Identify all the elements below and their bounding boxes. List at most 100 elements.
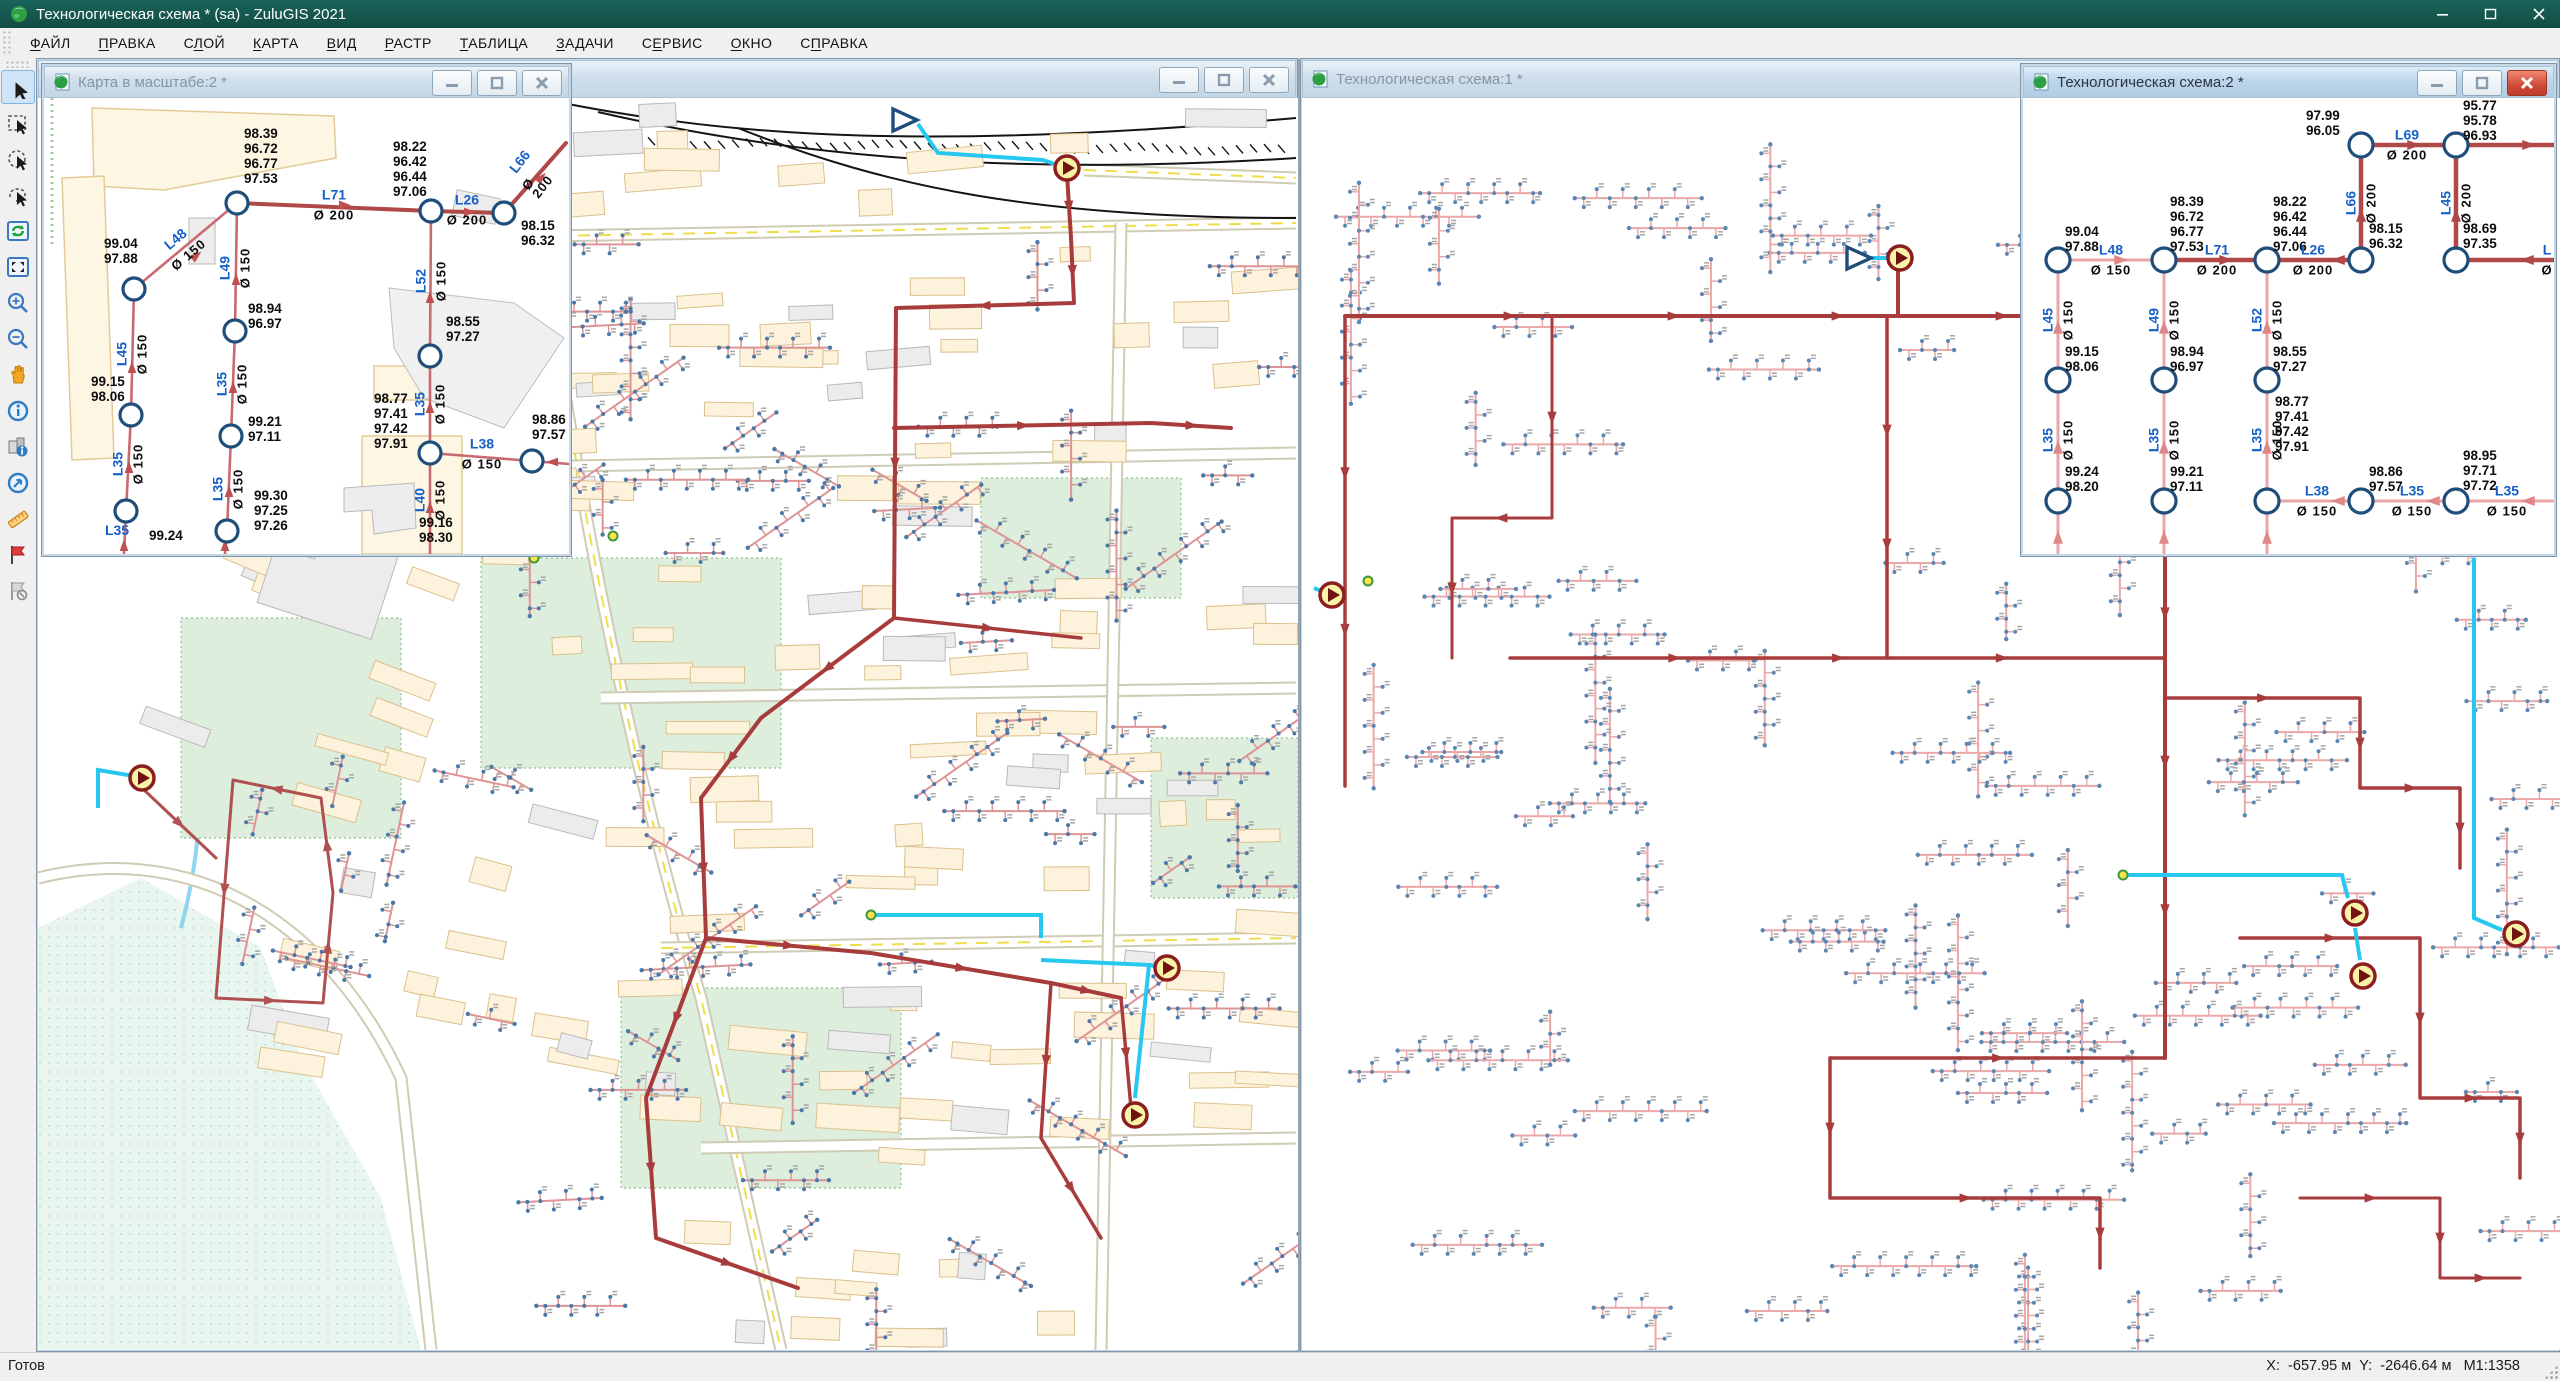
menubar: ФАЙЛПРАВКАСЛОЙКАРТАВИДРАСТРТАБЛИЦАЗАДАЧИ… [0,28,2560,59]
network-node[interactable] [115,500,137,522]
refresh-icon [6,219,30,243]
map1-close-button[interactable] [1249,67,1289,93]
menu-item-3[interactable]: СЛОЙ [170,30,239,56]
network-node[interactable] [2349,489,2373,513]
network-node[interactable] [2349,133,2373,157]
app-minimize-button[interactable] [2432,5,2454,23]
menu-item-9[interactable]: СЕРВИС [628,30,717,56]
schema2-window-icon [2032,73,2050,91]
network-node[interactable] [120,404,142,426]
statusbar: Готов X: -657.95 м Y: -2646.64 м М1:1358 [0,1352,2560,1381]
network-node[interactable] [2444,489,2468,513]
network-node[interactable] [2444,133,2468,157]
pump-icon[interactable] [1320,583,1344,607]
menu-item-1[interactable]: ФАЙЛ [16,30,85,56]
network-node[interactable] [2255,248,2279,272]
menu-item-5[interactable]: ВИД [313,30,371,56]
zoom-in-tool[interactable] [1,286,35,320]
pump-icon[interactable] [130,766,154,790]
network-node[interactable] [2152,489,2176,513]
network-node[interactable] [493,202,515,224]
map2-canvas[interactable] [44,98,569,554]
schema-window-2: Технологическая схема:2 * 97.99 96.0595.… [2020,63,2557,557]
go-to-tool[interactable] [1,466,35,500]
pan-icon [6,363,30,387]
rect-select-icon [6,111,30,135]
app-maximize-button[interactable] [2480,5,2502,23]
flag-clear-tool[interactable] [1,574,35,608]
pump-icon[interactable] [2343,901,2367,925]
schema2-maximize-button[interactable] [2462,70,2502,96]
rect-select-tool[interactable] [1,106,35,140]
map1-maximize-button[interactable] [1204,67,1244,93]
network-node[interactable] [2444,248,2468,272]
network-node[interactable] [2255,489,2279,513]
network-node[interactable] [419,345,441,367]
object-info-tool[interactable] [1,430,35,464]
app-title: Технологическая схема * (sa) - ZuluGIS 2… [36,6,346,23]
network-node[interactable] [419,442,441,464]
menu-item-2[interactable]: ПРАВКА [85,30,170,56]
lasso-select-icon [6,183,30,207]
map2-body: 98.39 96.72 96.77 97.5398.22 96.42 96.44… [44,98,569,554]
network-node[interactable] [521,450,543,472]
status-ready: Готов [8,1358,45,1374]
schema2-close-button[interactable] [2507,70,2547,96]
pump-icon[interactable] [1888,246,1912,270]
map1-minimize-button[interactable] [1159,67,1199,93]
map2-titlebar[interactable]: Карта в масштабе:2 * [44,66,569,98]
schema1-window-icon [1311,70,1329,88]
network-node[interactable] [2152,368,2176,392]
menu-item-6[interactable]: РАСТР [371,30,446,56]
ellipse-select-tool[interactable] [1,142,35,176]
map2-maximize-button[interactable] [477,70,517,96]
menu-item-8[interactable]: ЗАДАЧИ [542,30,628,56]
network-node[interactable] [216,520,238,542]
network-node[interactable] [2046,368,2070,392]
menu-item-7[interactable]: ТАБЛИЦА [446,30,542,56]
select-tool[interactable] [1,70,35,104]
measure-tool[interactable] [1,502,35,536]
zoom-extents-icon [6,255,30,279]
info-icon [6,399,30,423]
toolbar-grip[interactable] [5,60,31,68]
lasso-select-tool[interactable] [1,178,35,212]
schema2-window-title: Технологическая схема:2 * [2057,74,2244,91]
menu-item-4[interactable]: КАРТА [239,30,313,56]
map2-minimize-button[interactable] [432,70,472,96]
app-close-button[interactable] [2528,5,2550,23]
resize-grip[interactable] [2544,1365,2558,1379]
flag-tool[interactable] [1,538,35,572]
network-node[interactable] [220,425,242,447]
measure-icon [6,507,30,531]
pump-icon[interactable] [1055,156,1079,180]
menubar-grip[interactable] [2,30,12,56]
schema2-canvas[interactable] [2023,98,2554,554]
schema2-minimize-button[interactable] [2417,70,2457,96]
network-node[interactable] [2255,368,2279,392]
network-node[interactable] [123,278,145,300]
menu-item-10[interactable]: ОКНО [717,30,787,56]
pump-icon[interactable] [1155,956,1179,980]
zoom-out-tool[interactable] [1,322,35,356]
network-node[interactable] [224,320,246,342]
pump-icon[interactable] [2351,964,2375,988]
zoom-extents-tool[interactable] [1,250,35,284]
menu-item-11[interactable]: СПРАВКА [786,30,882,56]
schema2-titlebar[interactable]: Технологическая схема:2 * [2023,66,2554,98]
pump-icon[interactable] [1123,1103,1147,1127]
map2-close-button[interactable] [522,70,562,96]
refresh-tool[interactable] [1,214,35,248]
network-node[interactable] [2349,248,2373,272]
network-node[interactable] [420,200,442,222]
flag-clear-icon [6,579,30,603]
zoom-out-icon [6,327,30,351]
info-tool[interactable] [1,394,35,428]
app-titlebar: Технологическая схема * (sa) - ZuluGIS 2… [0,0,2560,28]
network-node[interactable] [2046,489,2070,513]
network-node[interactable] [226,192,248,214]
network-node[interactable] [2046,248,2070,272]
pump-icon[interactable] [2504,922,2528,946]
pan-tool[interactable] [1,358,35,392]
network-node[interactable] [2152,248,2176,272]
